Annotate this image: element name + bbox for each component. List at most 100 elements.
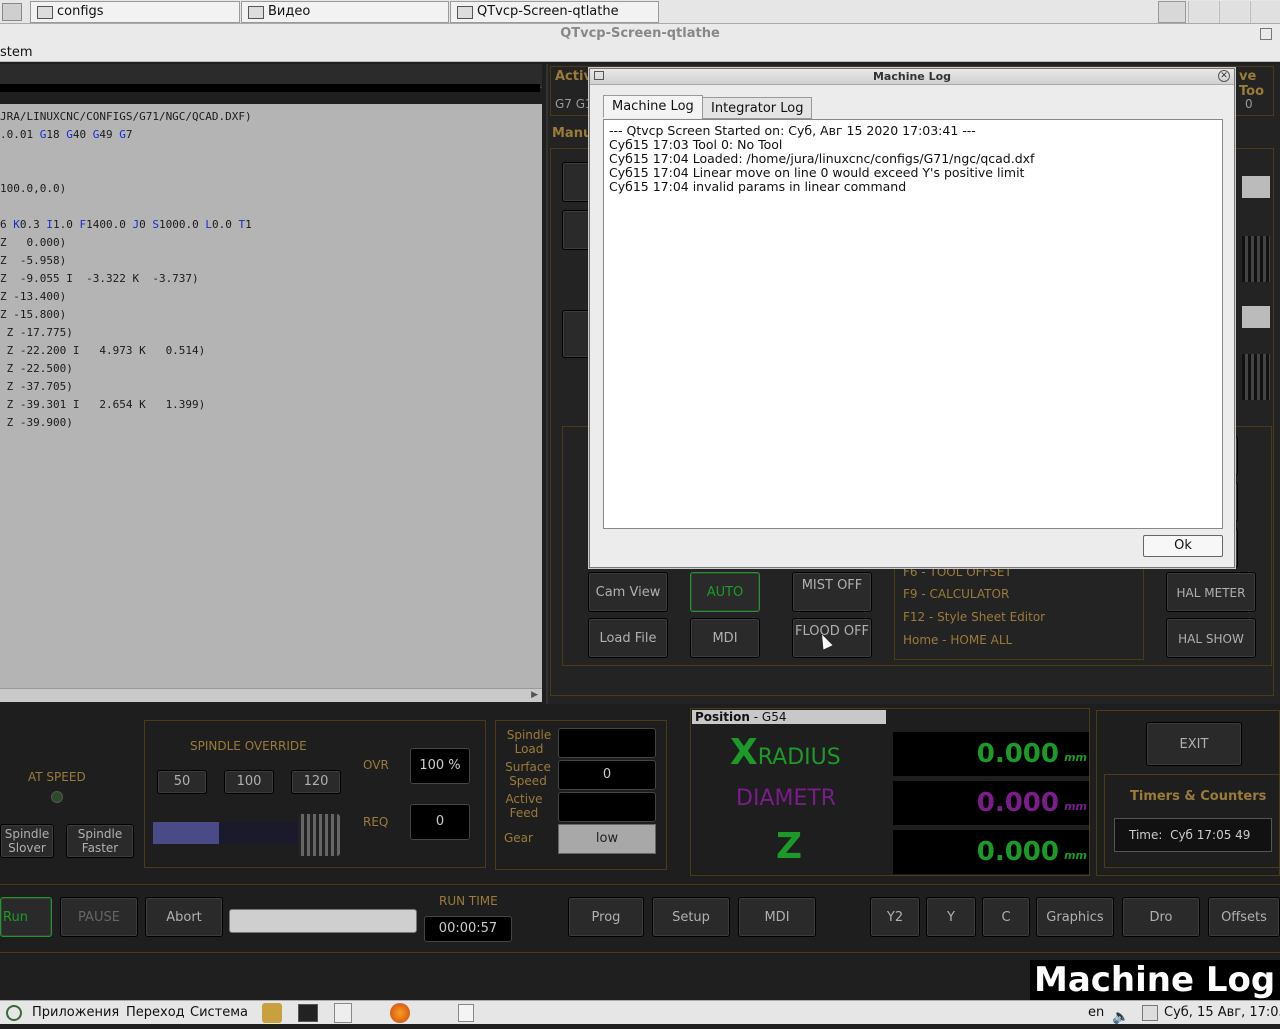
menu-places[interactable]: Переход [126,1001,185,1025]
tab-y[interactable]: Y [926,897,976,937]
window-restore-icon[interactable] [1260,28,1272,40]
auto-button[interactable]: AUTO [690,572,760,612]
gcode-line[interactable]: .0.01 G18 G40 G49 G7 [0,126,542,144]
log-line: Суб15 17:04 Linear move on line 0 would … [609,165,1025,180]
tab-machine-log[interactable]: Machine Log [603,95,703,118]
active-tool-label: ve Too [1239,69,1265,99]
flood-button[interactable]: FLOOD OFF [792,618,872,658]
active-feed-value [558,792,656,822]
show-desktop-icon[interactable] [2,3,22,21]
gcode-line[interactable]: JRA/LINUXCNC/CONFIGS/G71/NGC/QCAD.DXF) [0,108,542,126]
abort-button[interactable]: Abort [145,897,223,937]
tab-setup[interactable]: Setup [652,897,730,937]
clock[interactable]: Суб, 15 Авг, 17:05 [1164,1001,1280,1025]
jog-button[interactable] [562,162,592,202]
gear-value[interactable]: low [558,824,656,854]
volume-icon[interactable]: 🔈 [1112,1005,1129,1029]
keyboard-layout[interactable]: en [1088,1001,1104,1025]
firefox-icon[interactable] [390,1003,410,1023]
network-icon[interactable] [1142,1005,1158,1021]
gcode-line[interactable] [0,144,542,162]
spindle-override-handle[interactable] [298,814,340,856]
trash-icon[interactable] [458,1004,474,1022]
gcode-line[interactable]: 6 K0.3 I1.0 F1400.0 J0 S1000.0 L0.0 T1 [0,216,542,234]
gcode-line[interactable]: Z -39.900) [0,414,542,432]
gcode-line[interactable]: 100.0,0.0) [0,180,542,198]
gcode-line[interactable]: Z -37.705) [0,378,542,396]
tab-graphics[interactable]: Graphics [1036,897,1114,937]
dialog-menu-icon[interactable] [594,71,604,80]
gcode-line[interactable]: Z -39.301 I 2.654 K 1.399) [0,396,542,414]
terminal-icon[interactable] [298,1004,318,1022]
gcode-line[interactable]: Z -13.400) [0,288,542,306]
shortcut-line: F12 - Style Sheet Editor [903,610,1046,624]
workspace-2[interactable] [1188,1,1218,23]
taskbar-tab-label: configs [57,4,104,19]
menu-system-desktop[interactable]: Система [190,1001,248,1025]
jog-button[interactable] [562,210,592,250]
cam-view-button[interactable]: Cam View [588,572,668,612]
spindle-preset-50[interactable]: 50 [157,770,207,794]
shortcut-line: Home - HOME ALL [903,633,1013,647]
run-time-value: 00:00:57 [424,916,512,942]
workspace-switcher-icon[interactable] [1158,1,1186,23]
angular-rate-slider[interactable] [1242,354,1270,400]
ok-button[interactable]: Ok [1143,535,1223,557]
horizontal-scrollbar[interactable]: ▶ [0,688,542,702]
tab-prog[interactable]: Prog [568,897,644,937]
window-icon [457,6,473,19]
z-jog-icon[interactable] [562,310,592,358]
tab-y2[interactable]: Y2 [870,897,920,937]
spindle-preset-100[interactable]: 100 [224,770,274,794]
spindle-override-slider[interactable] [153,822,299,844]
tab-offsets[interactable]: Offsets [1208,897,1280,937]
z-axis-label: Z [776,826,803,867]
menu-applications[interactable]: Приложения [32,1001,119,1025]
text-editor-icon[interactable] [334,1003,352,1023]
workspace-3[interactable] [1219,1,1249,23]
spindle-slower-button[interactable]: Spindle Slover [0,824,54,858]
gcode-line[interactable]: Z 0.000) [0,234,542,252]
exit-button[interactable]: EXIT [1146,722,1242,766]
gcode-line[interactable]: Z -15.800) [0,306,542,324]
active-label: Activ [555,69,592,84]
scroll-right-icon[interactable]: ▶ [531,690,538,700]
gcode-display[interactable]: JRA/LINUXCNC/CONFIGS/G71/NGC/QCAD.DXF) .0… [0,104,542,690]
load-file-button[interactable]: Load File [588,618,668,658]
menubar: stem [0,44,1280,62]
workspace-4[interactable] [1250,1,1280,23]
gcode-line[interactable]: Z -22.500) [0,360,542,378]
shortcuts-panel: F6 - TOOL OFFSET F9 - CALCULATOR F12 - S… [894,556,1144,660]
gcode-line[interactable] [0,162,542,180]
menu-system[interactable]: stem [0,45,33,60]
taskbar-tab-configs[interactable]: configs [30,1,240,23]
jog-rate-slider[interactable] [1242,236,1270,282]
tab-integrator-log[interactable]: Integrator Log [702,97,813,119]
run-button[interactable]: Run [0,897,52,937]
taskbar-tab-video[interactable]: Видео [241,1,449,23]
log-text-area[interactable]: --- Qtvcp Screen Started on: Суб, Авг 15… [603,119,1223,529]
pause-button[interactable]: PAUSE [60,897,138,937]
spindle-faster-button[interactable]: Spindle Faster [66,824,134,858]
slider-handle[interactable] [1242,176,1270,198]
mdi-mode-button[interactable]: MDI [690,618,760,658]
tab-dro[interactable]: Dro [1122,897,1200,937]
gcode-line[interactable] [0,198,542,216]
window-title: QTvcp-Screen-qtlathe [0,24,1280,44]
tab-mdi[interactable]: MDI [738,897,816,937]
tab-c[interactable]: C [982,897,1030,937]
mist-button[interactable]: MIST OFF [792,572,872,612]
gcode-line[interactable]: Z -22.200 I 4.973 K 0.514) [0,342,542,360]
apps-menu-icon[interactable] [6,1005,22,1021]
gcode-line[interactable]: Z -5.958) [0,252,542,270]
launcher-icon[interactable] [262,1003,282,1023]
hal-meter-button[interactable]: HAL METER [1166,572,1256,612]
dialog-close-icon[interactable]: ✕ [1218,70,1230,82]
active-codes: G7 G1 [555,97,593,111]
spindle-preset-120[interactable]: 120 [291,770,341,794]
gcode-line[interactable]: Z -9.055 I -3.322 K -3.737) [0,270,542,288]
hal-show-button[interactable]: HAL SHOW [1166,618,1256,658]
gcode-line[interactable]: Z -17.775) [0,324,542,342]
taskbar-tab-qtvcp[interactable]: QTvcp-Screen-qtlathe [450,1,659,23]
slider-handle[interactable] [1242,306,1270,328]
